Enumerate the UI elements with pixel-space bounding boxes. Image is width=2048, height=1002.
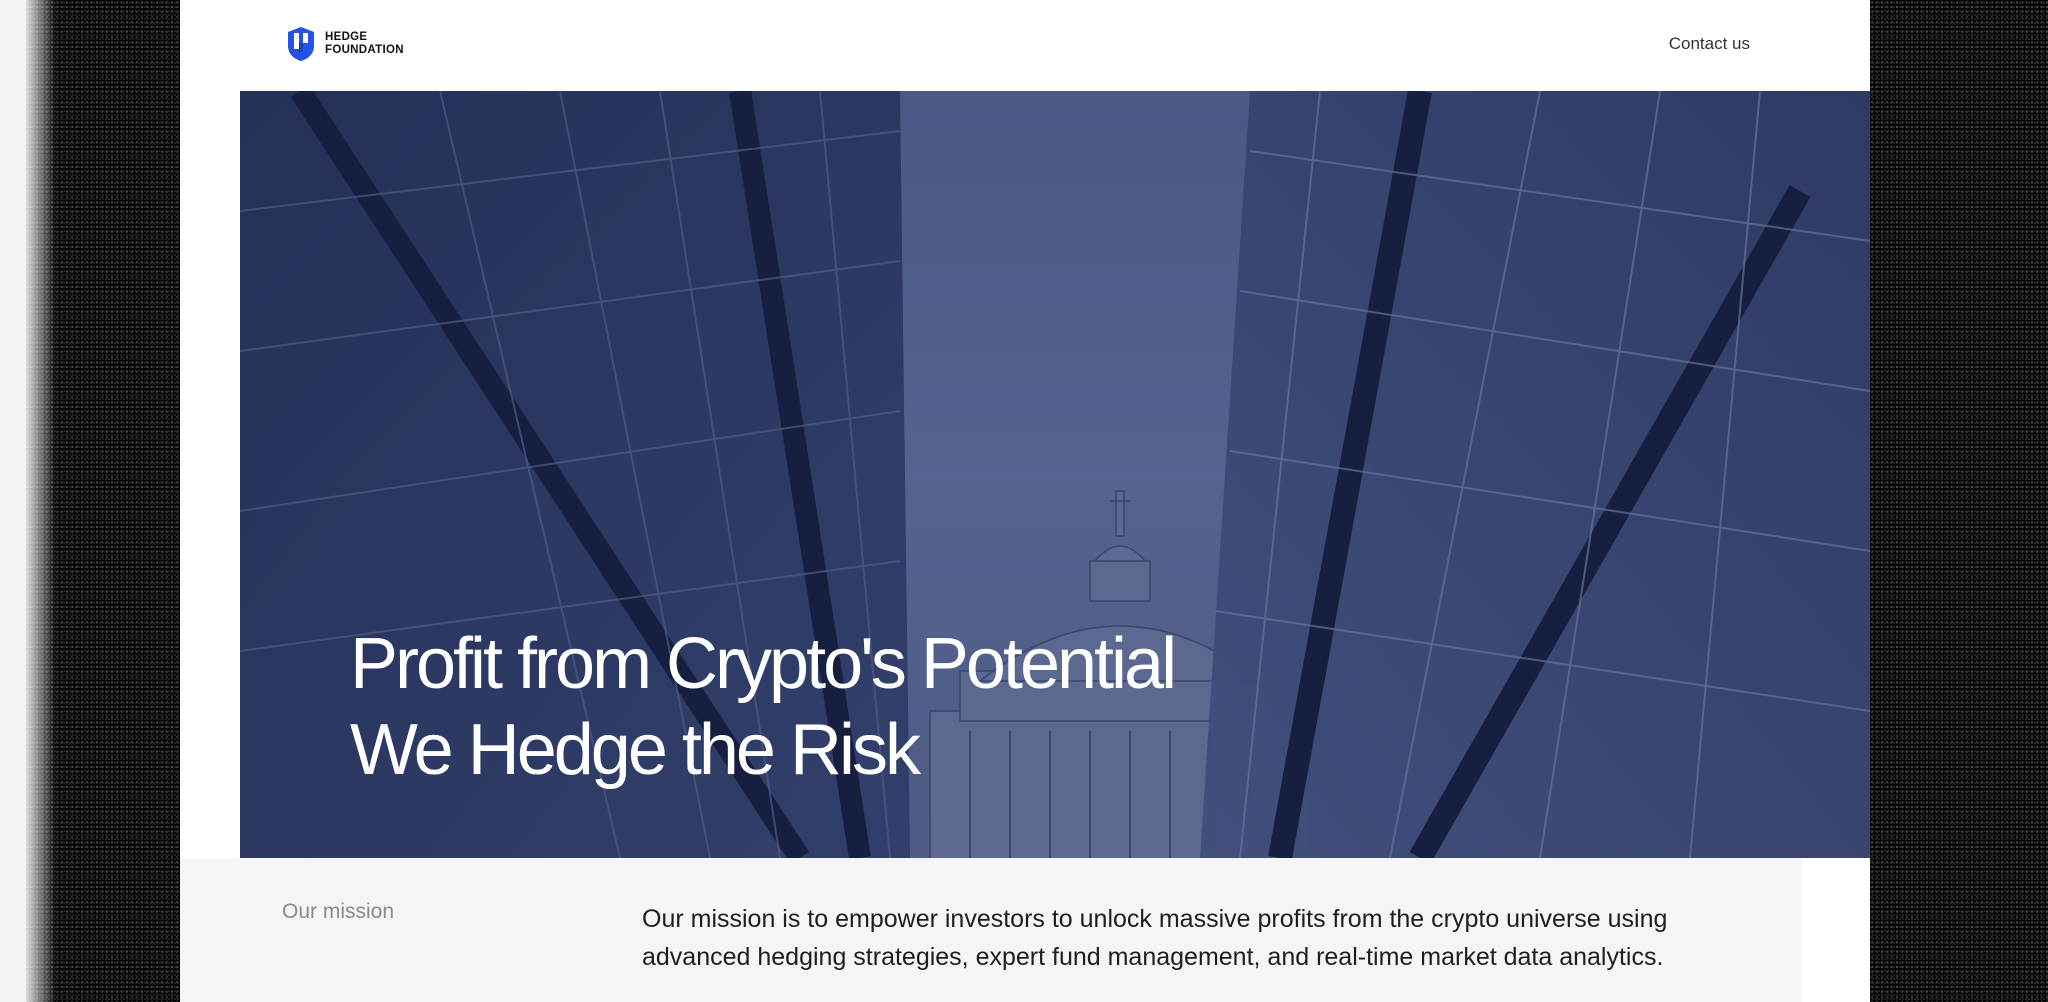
landing-page: HEDGE FOUNDATION Contact us Profit from …: [180, 0, 1870, 1002]
frame-edge: [0, 0, 56, 1002]
brand-line-1: HEDGE: [325, 31, 368, 43]
mission-section: Our mission Our mission is to empower in…: [180, 858, 1802, 1002]
hero-title-line-2: We Hedge the Risk: [350, 710, 921, 790]
hero-banner: Profit from Crypto's Potential We Hedge …: [240, 91, 1870, 858]
mission-label: Our mission: [282, 900, 395, 923]
brand-name: HEDGE FOUNDATION: [325, 31, 404, 57]
brand-logo[interactable]: HEDGE FOUNDATION: [286, 26, 404, 62]
brand-line-2: FOUNDATION: [325, 44, 404, 56]
mission-text: Our mission is to empower investors to u…: [642, 905, 1668, 971]
contact-us-link[interactable]: Contact us: [1669, 34, 1750, 54]
hero-title: Profit from Crypto's Potential We Hedge …: [350, 621, 1177, 793]
hero-title-line-1: Profit from Crypto's Potential: [350, 624, 1177, 704]
site-header: HEDGE FOUNDATION Contact us: [180, 0, 1870, 91]
shield-icon: [286, 26, 316, 62]
